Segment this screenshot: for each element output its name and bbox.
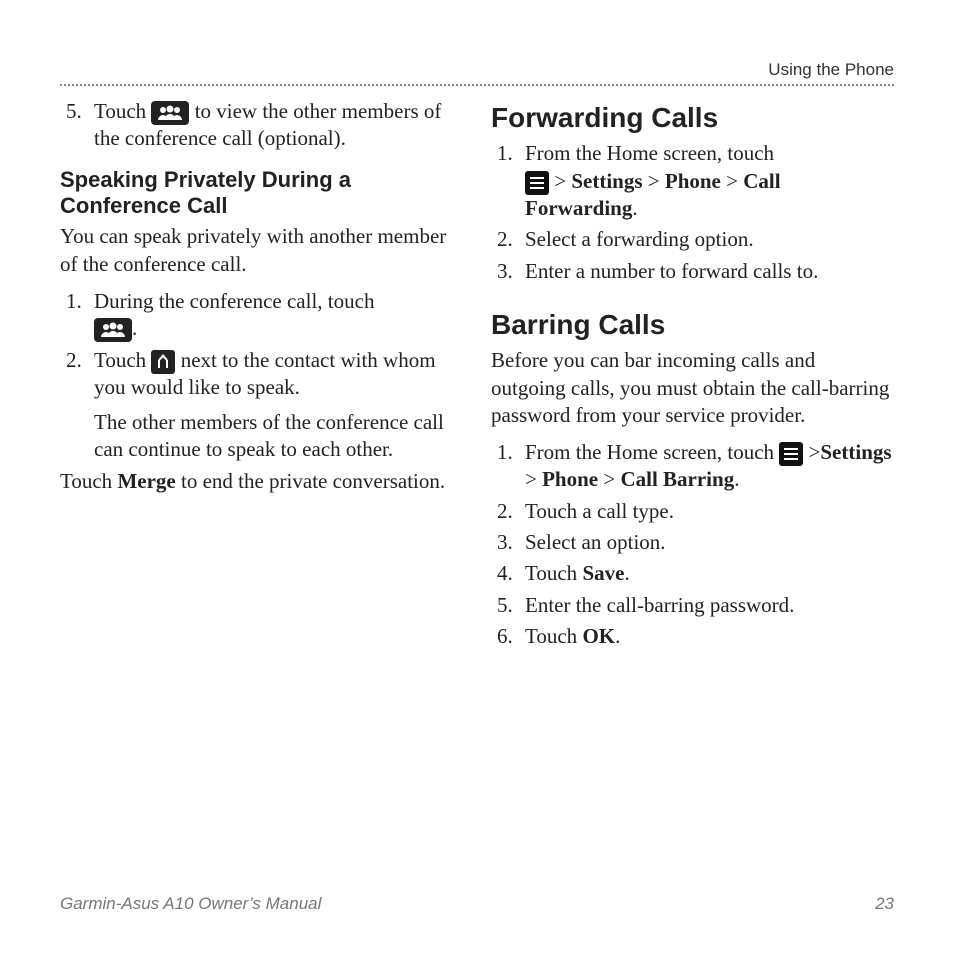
people-icon [94,318,132,342]
ordered-list: 1. From the Home screen, touch > Setting… [497,140,894,284]
right-column: Forwarding Calls 1. From the Home screen… [491,94,894,874]
list-number: 6. [497,623,525,650]
bold-text: Phone [665,169,721,193]
left-column: 5. Touch to view the other members of th… [60,94,463,874]
running-header: Using the Phone [60,60,894,84]
list-number: 1. [66,288,94,343]
list-text: Touch to view the other members of the c… [94,98,463,153]
list-text: From the Home screen, touch > Settings >… [525,140,894,222]
text: From the Home screen, touch [525,141,774,165]
ordered-list: 1. During the conference call, touch . 2… [66,288,463,464]
text: Touch [525,561,582,585]
text: > [809,440,821,464]
list-item: 5. Enter the call-barring password. [497,592,894,619]
text: > [721,169,743,193]
list-item: 2. Touch next to the contact with whom y… [66,347,463,464]
list-text: Enter the call-barring password. [525,592,894,619]
list-item: 2. Touch a call type. [497,498,894,525]
list-item: 1. From the Home screen, touch >Settings… [497,439,894,494]
list-text: From the Home screen, touch >Settings > … [525,439,894,494]
list-text: Select an option. [525,529,894,556]
text: . [624,561,629,585]
manual-page: Using the Phone 5. Touch to view the oth… [0,0,954,954]
bold-text: Settings [820,440,891,464]
text: Touch [94,99,151,123]
bold-text: Save [582,561,624,585]
people-icon [151,101,189,125]
text: Touch [525,624,582,648]
content-columns: 5. Touch to view the other members of th… [60,94,894,874]
list-number: 2. [66,347,94,464]
text: During the conference call, touch [94,289,374,313]
list-number: 1. [497,140,525,222]
list-number: 5. [497,592,525,619]
header-divider [60,84,894,86]
list-number: 1. [497,439,525,494]
paragraph: Touch Merge to end the private conversat… [60,468,463,495]
ordered-list-continue: 5. Touch to view the other members of th… [66,98,463,153]
list-number: 2. [497,498,525,525]
sub-heading: Speaking Privately During a Conference C… [60,167,463,220]
text: Touch [60,469,117,493]
list-number: 4. [497,560,525,587]
list-item: 1. During the conference call, touch . [66,288,463,343]
list-item: 1. From the Home screen, touch > Setting… [497,140,894,222]
bold-text: Merge [117,469,175,493]
text: > [549,169,571,193]
list-number: 2. [497,226,525,253]
list-text: Touch Save. [525,560,894,587]
bold-text: Call Barring [620,467,734,491]
list-item: 3. Enter a number to forward calls to. [497,258,894,285]
text: . [734,467,739,491]
list-text: Touch a call type. [525,498,894,525]
list-text: Touch next to the contact with whom you … [94,347,463,464]
list-number: 3. [497,258,525,285]
bold-text: OK [582,624,615,648]
list-number: 5. [66,98,94,153]
ordered-list: 1. From the Home screen, touch >Settings… [497,439,894,650]
paragraph: You can speak privately with another mem… [60,223,463,278]
list-item: 4. Touch Save. [497,560,894,587]
list-item: 2. Select a forwarding option. [497,226,894,253]
list-text: During the conference call, touch . [94,288,463,343]
text: From the Home screen, touch [525,440,779,464]
text: to end the private conversation. [176,469,445,493]
bold-text: Phone [542,467,598,491]
text: . [615,624,620,648]
list-item: 6. Touch OK. [497,623,894,650]
page-footer: Garmin-Asus A10 Owner’s Manual 23 [60,894,894,914]
menu-icon [779,442,803,466]
list-text: Enter a number to forward calls to. [525,258,894,285]
page-number: 23 [875,894,894,914]
section-heading: Forwarding Calls [491,100,894,136]
list-number: 3. [497,529,525,556]
text: . [632,196,637,220]
bold-text: Settings [571,169,642,193]
text: > [598,467,620,491]
list-item: 5. Touch to view the other members of th… [66,98,463,153]
text: Touch [94,348,151,372]
continuation-text: The other members of the conference call… [94,409,463,464]
manual-title: Garmin-Asus A10 Owner’s Manual [60,894,321,914]
section-heading: Barring Calls [491,307,894,343]
list-text: Touch OK. [525,623,894,650]
text: . [132,316,137,340]
paragraph: Before you can bar incoming calls and ou… [491,347,894,429]
menu-icon [525,171,549,195]
list-text: Select a forwarding option. [525,226,894,253]
list-item: 3. Select an option. [497,529,894,556]
text: > [643,169,665,193]
text: > [525,467,542,491]
split-icon [151,350,175,374]
